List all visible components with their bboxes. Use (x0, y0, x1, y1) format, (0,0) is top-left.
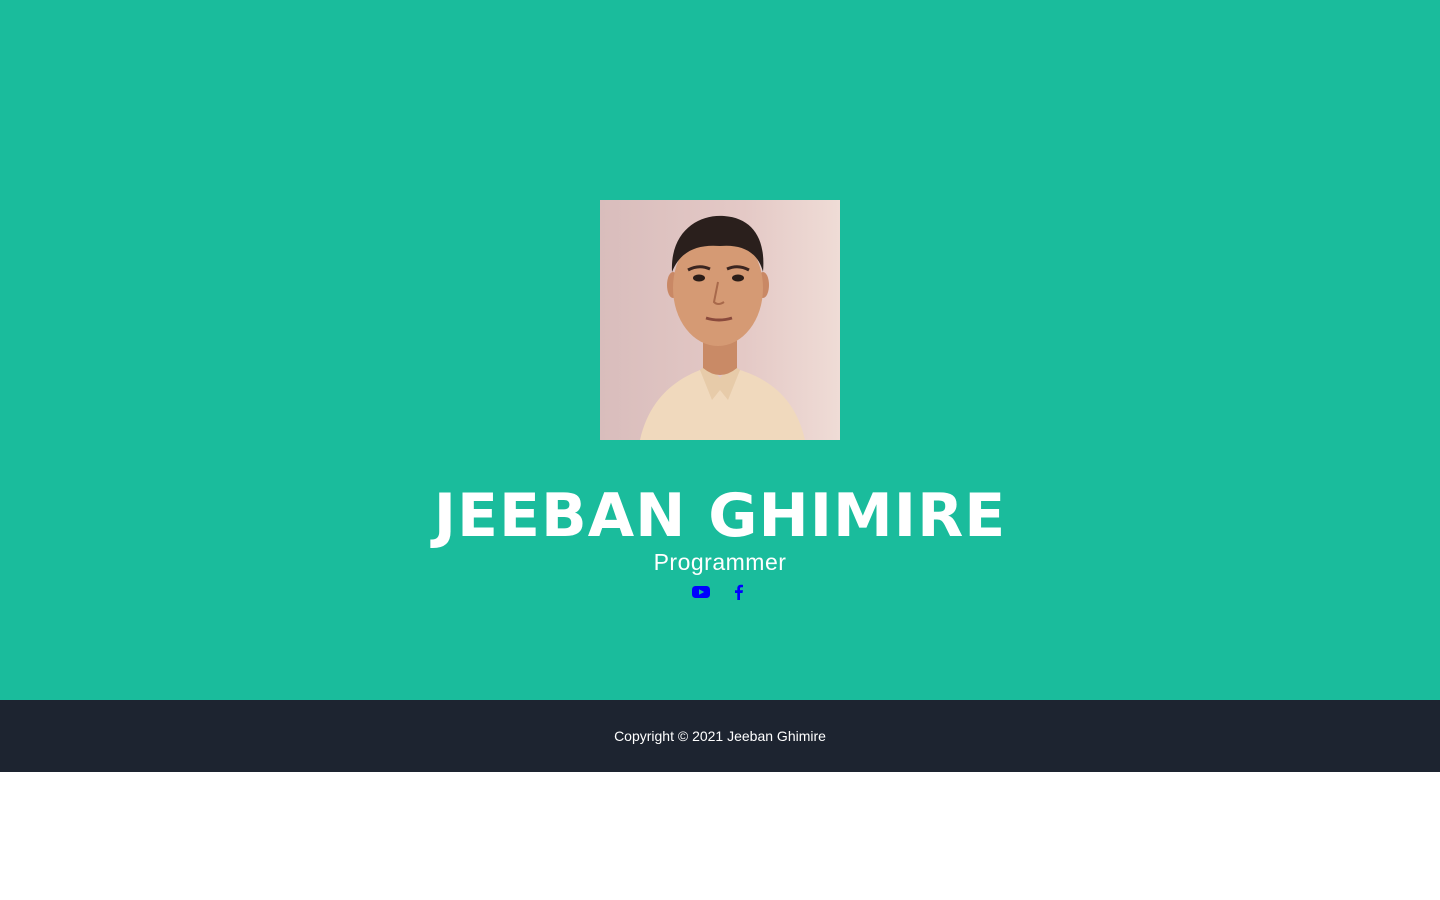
footer: Copyright © 2021 Jeeban Ghimire (0, 700, 1440, 772)
masthead: JEEBAN GHIMIRE Programmer (0, 0, 1440, 700)
facebook-icon (735, 584, 743, 600)
social-links (0, 582, 1440, 602)
youtube-link[interactable] (691, 582, 711, 602)
copyright-text: Copyright © 2021 Jeeban Ghimire (614, 728, 826, 744)
youtube-icon (692, 586, 710, 598)
facebook-link[interactable] (729, 582, 749, 602)
profile-name: JEEBAN GHIMIRE (433, 481, 1007, 551)
profile-photo (600, 200, 840, 440)
profile-title: Programmer (653, 549, 787, 575)
